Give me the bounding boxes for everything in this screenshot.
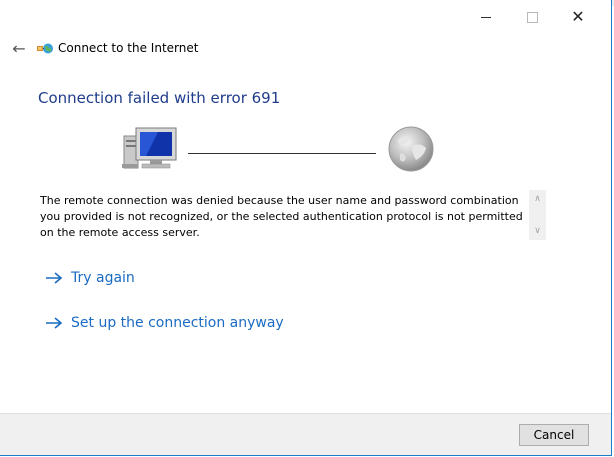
minimize-button[interactable] xyxy=(463,6,509,28)
connection-diagram xyxy=(118,122,438,174)
back-button[interactable]: ← xyxy=(8,38,30,58)
message-scrollbar[interactable]: ∧ ∨ xyxy=(529,190,546,240)
arrow-right-icon xyxy=(46,272,63,284)
window-controls: ✕ xyxy=(463,6,601,28)
setup-anyway-label: Set up the connection anyway xyxy=(71,315,284,331)
close-button[interactable]: ✕ xyxy=(555,6,601,28)
network-globe-icon xyxy=(36,39,54,57)
connection-line xyxy=(188,153,376,154)
arrow-right-icon xyxy=(46,317,63,329)
maximize-button[interactable] xyxy=(509,6,555,28)
scroll-up-icon[interactable]: ∧ xyxy=(529,192,546,206)
dialog-window: ✕ ← Connect to the Internet Connection f… xyxy=(0,0,612,456)
back-arrow-icon: ← xyxy=(12,38,26,58)
setup-anyway-link[interactable]: Set up the connection anyway xyxy=(44,315,284,331)
try-again-label: Try again xyxy=(71,270,135,286)
maximize-icon xyxy=(526,11,538,23)
close-icon: ✕ xyxy=(571,7,585,26)
minimize-icon xyxy=(481,16,491,18)
error-message-box: The remote connection was denied because… xyxy=(36,190,546,240)
footer-bar: Cancel xyxy=(0,413,611,455)
window-title: Connect to the Internet xyxy=(58,41,199,55)
computer-icon xyxy=(120,124,182,172)
globe-icon xyxy=(386,124,436,174)
header: ← Connect to the Internet xyxy=(8,38,198,58)
cancel-button[interactable]: Cancel xyxy=(519,424,589,446)
error-message: The remote connection was denied because… xyxy=(40,194,523,239)
try-again-link[interactable]: Try again xyxy=(44,270,135,286)
page-title: Connection failed with error 691 xyxy=(38,89,281,107)
scroll-down-icon[interactable]: ∨ xyxy=(529,224,546,238)
